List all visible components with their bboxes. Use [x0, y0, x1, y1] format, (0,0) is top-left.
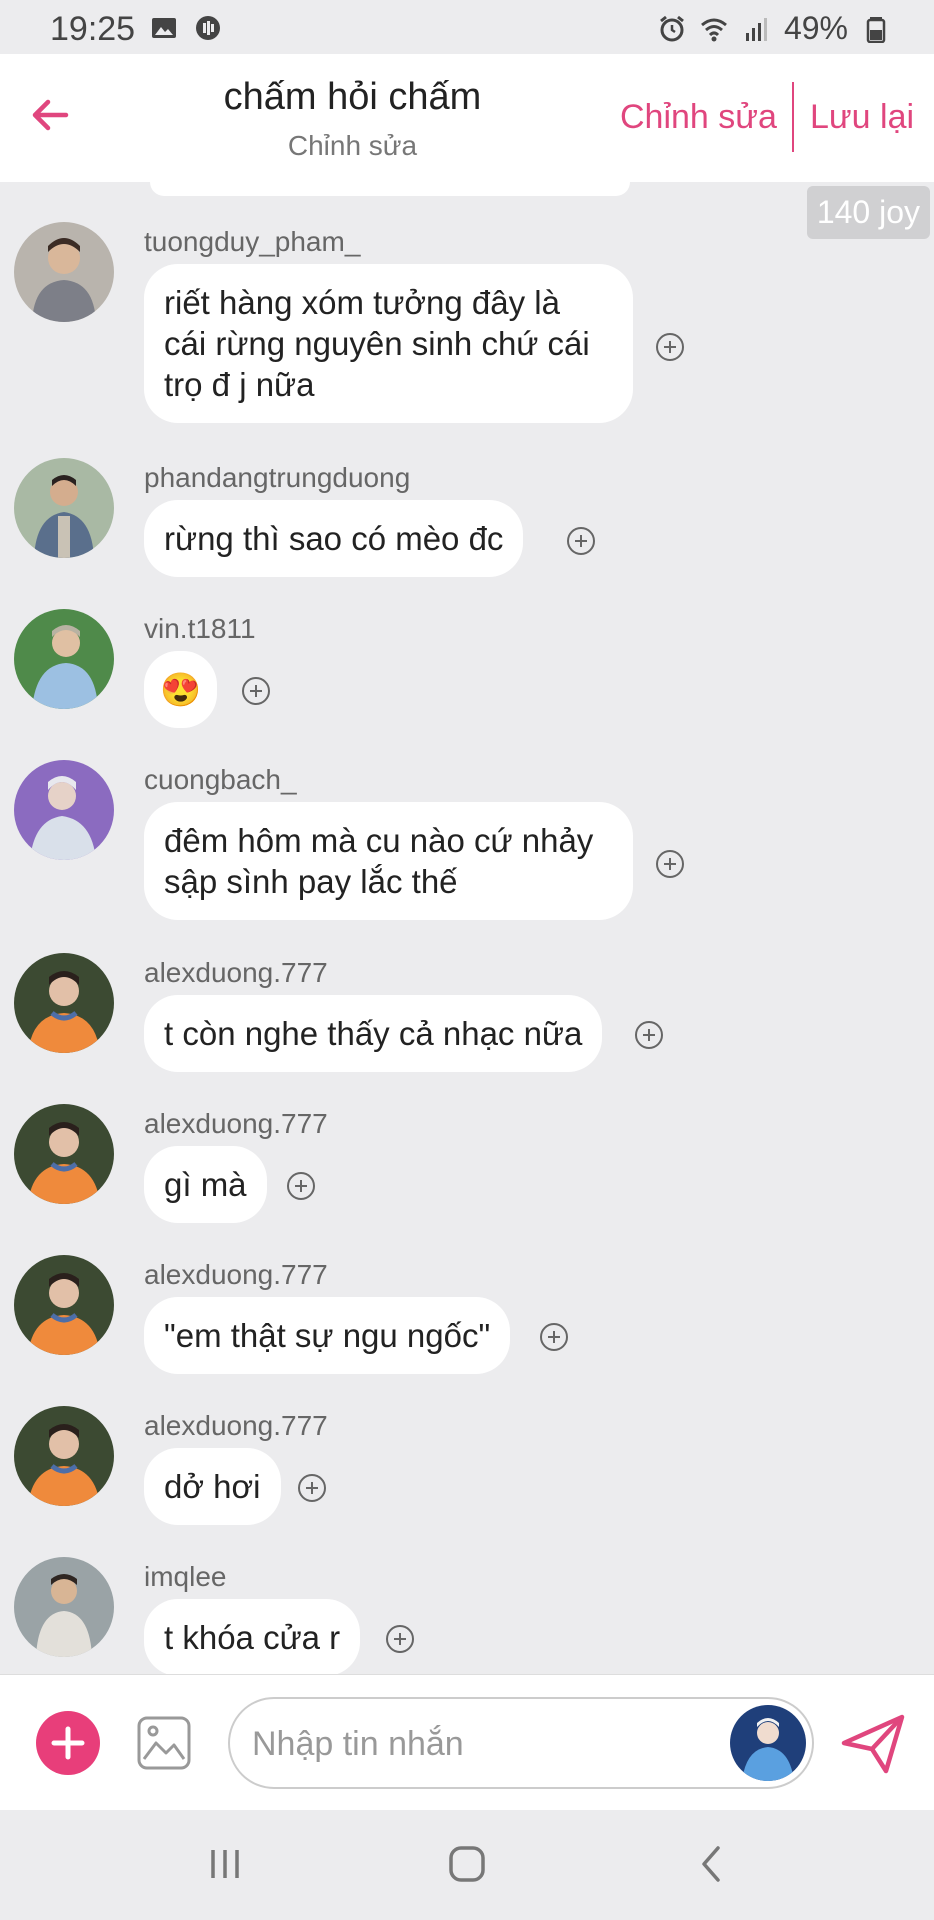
avatar[interactable]: [14, 609, 114, 709]
avatar[interactable]: [14, 1557, 114, 1657]
message-input[interactable]: Nhập tin nhắn: [228, 1697, 814, 1789]
add-reaction-icon[interactable]: [655, 332, 685, 362]
chat-header: chấm hỏi chấm Chỉnh sửa Chỉnh sửa Lưu lạ…: [0, 54, 934, 182]
avatar[interactable]: [14, 1104, 114, 1204]
message-bubble[interactable]: gì mà: [144, 1146, 267, 1223]
add-reaction-icon[interactable]: [566, 526, 596, 556]
signal-icon: [745, 17, 767, 41]
message-line: rừng thì sao có mèo đc: [164, 520, 504, 557]
add-attachment-button[interactable]: [36, 1711, 100, 1775]
username: tuongduy_pham_: [144, 226, 361, 257]
add-reaction-icon[interactable]: [634, 1020, 664, 1050]
message-line: trọ đ j nữa: [164, 366, 315, 403]
add-reaction-icon[interactable]: [385, 1624, 415, 1654]
avatar[interactable]: [14, 1255, 114, 1355]
chat-subtitle: Chỉnh sửa: [287, 130, 418, 161]
wifi-icon: [700, 18, 727, 41]
recent-apps-icon[interactable]: [205, 1844, 245, 1884]
add-reaction-icon[interactable]: [539, 1322, 569, 1352]
username: alexduong.777: [144, 1108, 328, 1139]
back-arrow-icon[interactable]: [26, 90, 76, 140]
add-reaction-icon[interactable]: [655, 849, 685, 879]
message-bubble[interactable]: t còn nghe thấy cả nhạc nữa: [144, 995, 603, 1072]
message-bubble[interactable]: riết hàng xóm tưởng đây là cái rừng nguy…: [144, 264, 633, 423]
add-reaction-icon[interactable]: [241, 676, 271, 706]
message-line: đêm hôm mà cu nào cứ nhảy: [164, 822, 594, 859]
previous-message-bubble: [150, 182, 630, 196]
image-icon[interactable]: [136, 1715, 192, 1771]
plus-icon: [51, 1726, 85, 1760]
save-button[interactable]: Lưu lại: [810, 98, 914, 137]
add-reaction-icon[interactable]: [286, 1171, 316, 1201]
status-time: 19:25: [50, 10, 136, 48]
header-divider: [792, 82, 794, 152]
message-bubble[interactable]: dở hơi: [144, 1448, 281, 1525]
username: alexduong.777: [144, 1410, 328, 1441]
chat-title: chấm hỏi chấm: [223, 76, 482, 118]
sticker-avatar[interactable]: [730, 1705, 806, 1781]
username: phandangtrungduong: [144, 462, 411, 493]
add-reaction-icon[interactable]: [297, 1473, 327, 1503]
message-line: t khóa cửa r: [164, 1619, 341, 1656]
username: alexduong.777: [144, 1259, 328, 1290]
message-bubble[interactable]: t khóa cửa r: [144, 1599, 361, 1674]
send-icon[interactable]: [840, 1713, 906, 1775]
message-bubble[interactable]: rừng thì sao có mèo đc: [144, 500, 524, 577]
avatar[interactable]: [14, 458, 114, 558]
message-line: gì mà: [164, 1166, 247, 1203]
message-list[interactable]: 140 joy tuongduy_pham_ riết hàng xóm tưở…: [0, 182, 934, 1674]
avatar[interactable]: [14, 953, 114, 1053]
avatar[interactable]: [14, 222, 114, 322]
message-line: 😍: [160, 671, 202, 708]
gallery-icon: [152, 18, 176, 38]
system-nav-bar: [0, 1810, 934, 1920]
message-line: "em thật sự ngu ngốc": [164, 1317, 491, 1354]
status-notification-icons: [150, 14, 222, 42]
battery-icon: [866, 16, 886, 43]
battery-percent: 49%: [783, 10, 848, 46]
message-bubble[interactable]: đêm hôm mà cu nào cứ nhảy sập sình pay l…: [144, 802, 633, 920]
username: cuongbach_: [144, 764, 297, 795]
message-input-placeholder: Nhập tin nhắn: [252, 1725, 464, 1763]
avatar[interactable]: [14, 1406, 114, 1506]
message-bubble[interactable]: "em thật sự ngu ngốc": [144, 1297, 511, 1374]
message-line: t còn nghe thấy cả nhạc nữa: [164, 1015, 583, 1052]
status-bar: 19:25 49%: [0, 0, 934, 54]
message-line: riết hàng xóm tưởng đây là: [164, 284, 560, 321]
username: vin.t1811: [144, 613, 256, 644]
message-line: dở hơi: [164, 1468, 261, 1505]
edit-button[interactable]: Chỉnh sửa: [620, 98, 777, 137]
username: imqlee: [144, 1561, 227, 1592]
avatar[interactable]: [14, 760, 114, 860]
podcast-icon: [196, 16, 220, 40]
message-composer: Nhập tin nhắn: [0, 1674, 934, 1810]
status-right: 49%: [658, 10, 890, 47]
alarm-icon: [660, 15, 684, 41]
back-nav-icon[interactable]: [692, 1844, 732, 1884]
joy-badge: 140 joy: [806, 186, 930, 239]
message-line: sập sình pay lắc thế: [164, 863, 458, 900]
message-line: cái rừng nguyên sinh chứ cái: [164, 325, 590, 362]
home-icon[interactable]: [447, 1844, 487, 1884]
message-bubble[interactable]: 😍: [144, 651, 218, 728]
username: alexduong.777: [144, 957, 328, 988]
